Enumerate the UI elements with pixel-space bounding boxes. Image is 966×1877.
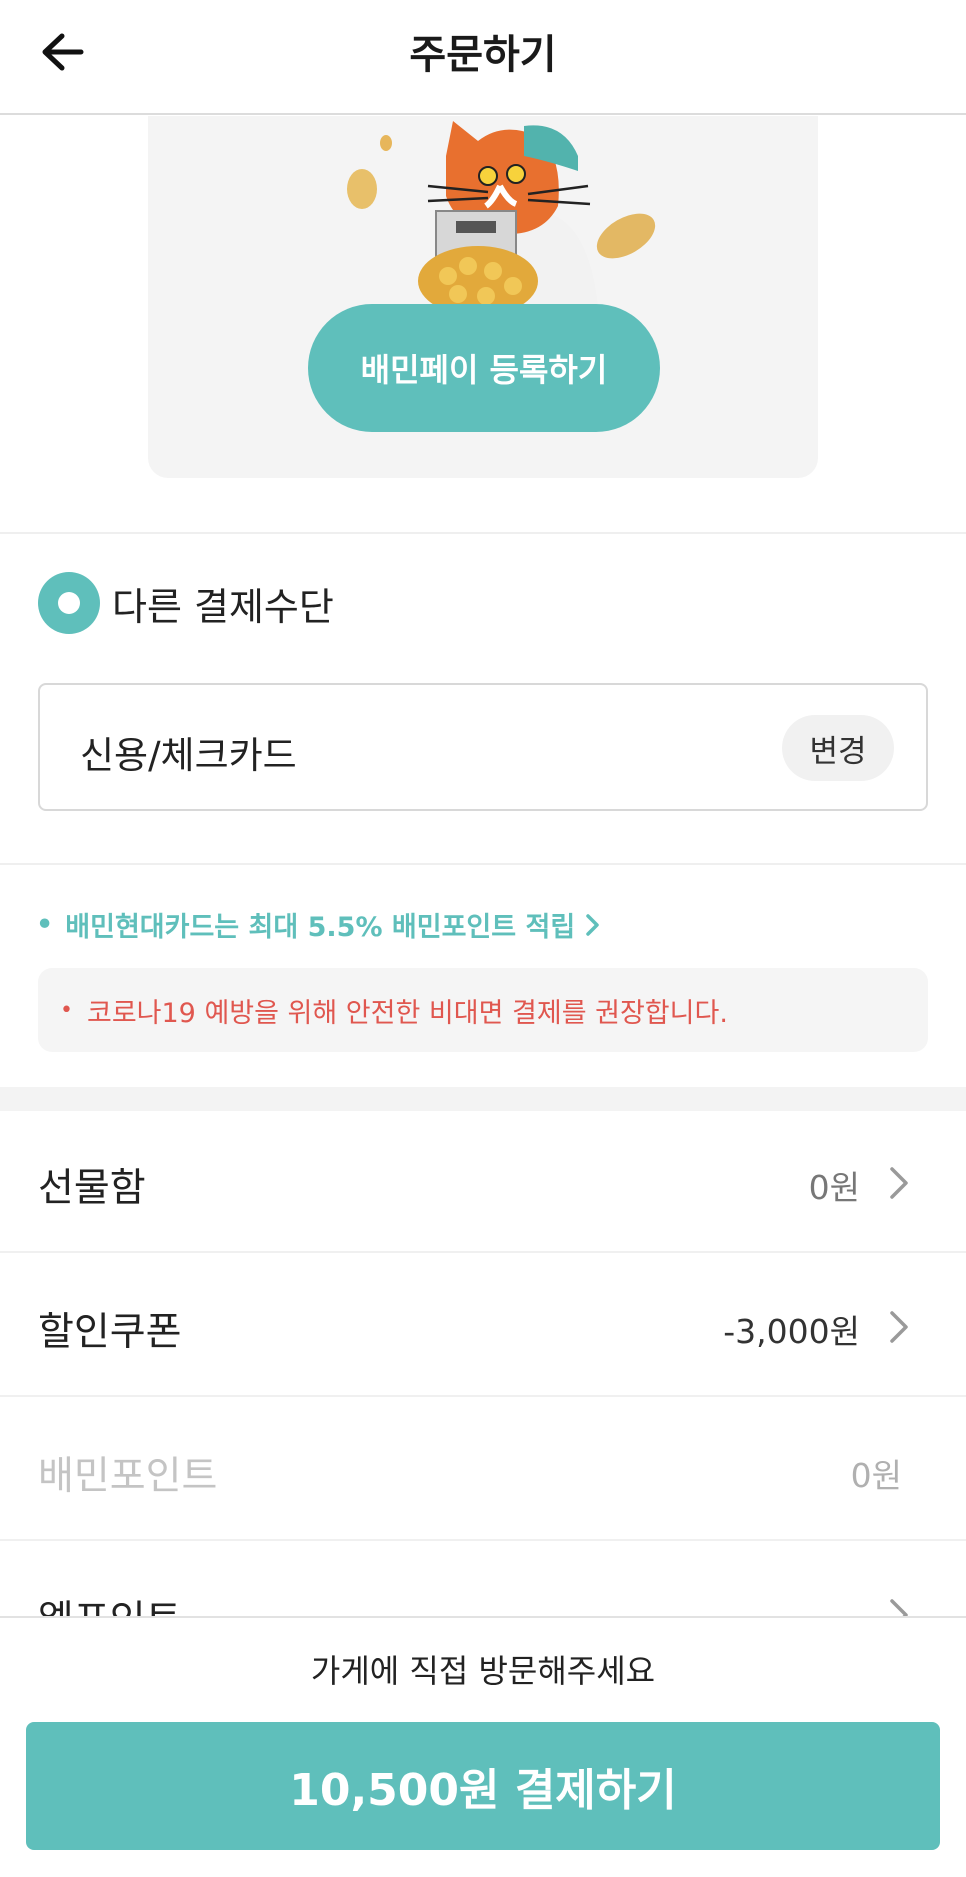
bullet: • xyxy=(60,997,73,1023)
row-value: 0원 xyxy=(808,1168,860,1207)
top-header: 주문하기 xyxy=(0,0,966,115)
change-payment-button[interactable]: 변경 xyxy=(782,715,894,781)
other-payment-radio[interactable]: 다른 결제수단 xyxy=(38,572,334,634)
visit-store-text: 가게에 직접 방문해주세요 xyxy=(310,1652,656,1690)
other-payment-label: 다른 결제수단 xyxy=(112,584,334,629)
baemin-pay-promo-card: 배민페이 등록하기 xyxy=(148,116,818,478)
row-label: 할인쿠폰 xyxy=(38,1310,182,1355)
baemin-point-row: 배민포인트 0원 xyxy=(0,1399,966,1541)
card-promo-text: 배민현대카드는 최대 5.5% 배민포인트 적립 xyxy=(65,912,576,943)
divider xyxy=(0,863,966,865)
row-value: 0원 xyxy=(850,1456,902,1495)
row-value: -3,000원 xyxy=(723,1312,860,1351)
radio-selected-icon xyxy=(38,572,100,634)
chevron-right-icon xyxy=(586,913,599,936)
divider xyxy=(0,532,966,534)
notice-text: 코로나19 예방을 위해 안전한 비대면 결제를 권장합니다. xyxy=(86,997,728,1029)
cat-mascot-illustration xyxy=(347,121,656,316)
page-title: 주문하기 xyxy=(409,32,557,78)
payment-method-box: 신용/체크카드 변경 xyxy=(38,683,928,811)
selected-payment-method: 신용/체크카드 xyxy=(80,734,297,777)
row-label: 배민포인트 xyxy=(38,1454,218,1499)
covid-notice: • 코로나19 예방을 위해 안전한 비대면 결제를 권장합니다. xyxy=(38,968,928,1052)
gift-box-row[interactable]: 선물함 0원 xyxy=(0,1111,966,1253)
bullet: • xyxy=(36,909,54,940)
section-divider xyxy=(0,1087,966,1111)
hyundai-card-promo-link[interactable]: • 배민현대카드는 최대 5.5% 배민포인트 적립 xyxy=(36,905,601,944)
register-baemin-pay-button[interactable]: 배민페이 등록하기 xyxy=(308,304,660,432)
row-label: 선물함 xyxy=(38,1166,146,1211)
pay-button[interactable]: 10,500원 결제하기 xyxy=(26,1722,940,1850)
chevron-right-icon xyxy=(890,1311,908,1343)
bottom-pay-bar: 가게에 직접 방문해주세요 10,500원 결제하기 xyxy=(0,1616,966,1877)
discount-coupon-row[interactable]: 할인쿠폰 -3,000원 xyxy=(0,1255,966,1397)
chevron-right-icon xyxy=(890,1167,908,1199)
